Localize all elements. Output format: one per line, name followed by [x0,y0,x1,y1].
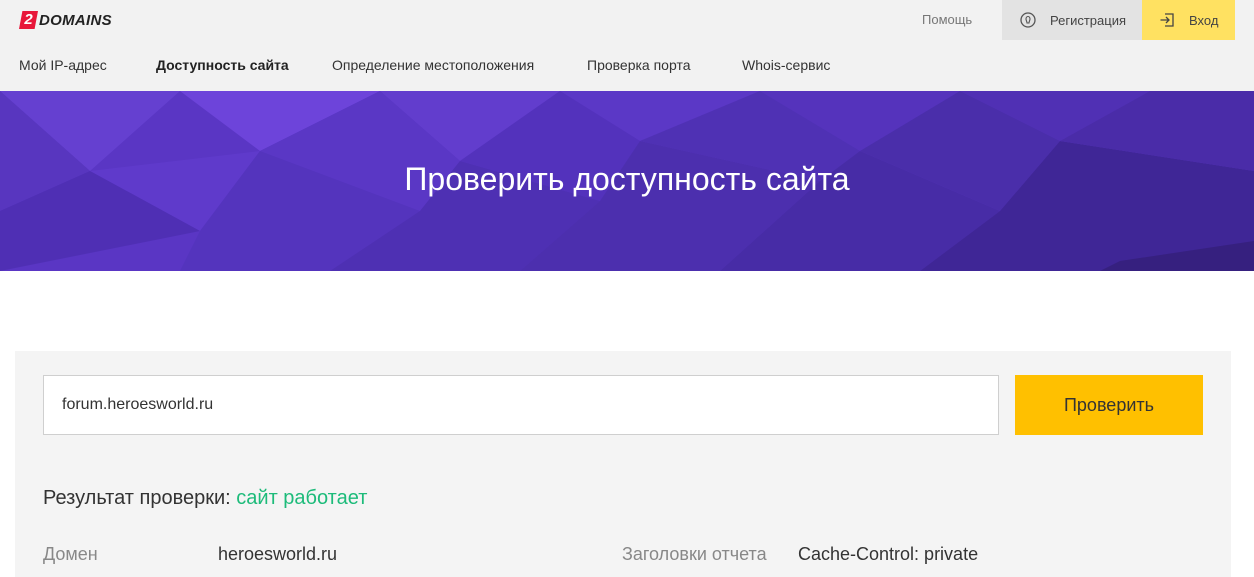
page-title: Проверить доступность сайта [404,161,850,197]
nav-item-site-availability[interactable]: Доступность сайта [156,57,289,73]
register-button[interactable]: Регистрация [1002,0,1142,40]
domain-value: heroesworld.ru [218,544,338,564]
hero-banner: Проверить доступность сайта [0,91,1254,271]
main-nav: Мой IP-адрес Доступность сайта Определен… [0,40,1254,91]
nav-item-whois[interactable]: Whois-сервис [742,57,830,73]
help-link[interactable]: Помощь [922,12,972,27]
domain-input[interactable] [43,375,999,435]
result-line: Результат проверки: сайт работает [43,487,367,510]
login-button[interactable]: Вход [1142,0,1235,40]
check-panel: Проверить Результат проверки: сайт работ… [15,351,1231,577]
result-status: сайт работает [236,487,368,509]
logo[interactable]: 2 DOMAINS [19,11,112,29]
user-icon [1020,12,1036,28]
register-label: Регистрация [1050,12,1126,28]
nav-item-port-check[interactable]: Проверка порта [587,57,690,73]
headers-label: Заголовки отчета [622,544,767,564]
login-icon [1160,13,1174,27]
result-label: Результат проверки: [43,487,231,509]
nav-item-my-ip[interactable]: Мой IP-адрес [19,57,107,73]
headers-value: Cache-Control: private [798,544,979,564]
login-label: Вход [1189,12,1219,28]
logo-badge: 2 [19,11,38,29]
top-bar: 2 DOMAINS Помощь Регистрация Вход [0,0,1254,40]
nav-item-geolocation[interactable]: Определение местоположения [332,57,534,73]
logo-text: DOMAINS [39,11,112,29]
check-button[interactable]: Проверить [1015,375,1203,435]
domain-label: Домен [43,544,98,564]
